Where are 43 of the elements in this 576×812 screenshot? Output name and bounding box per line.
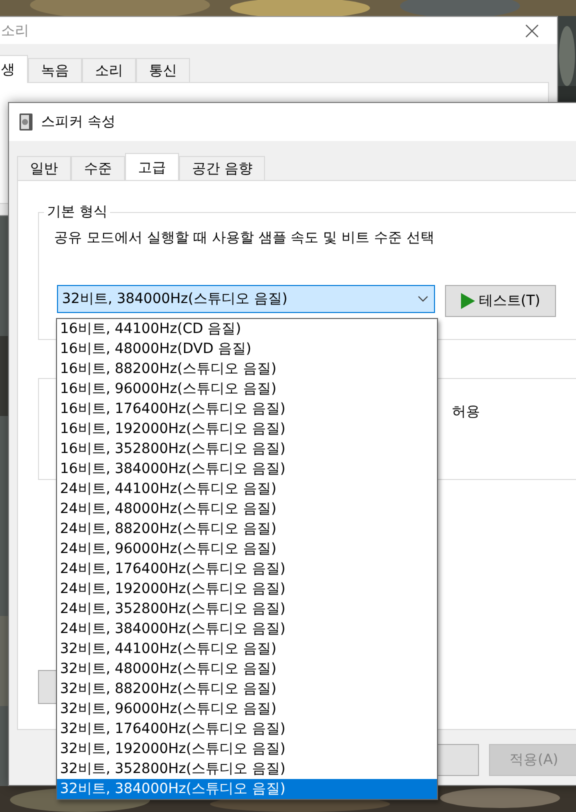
list-option[interactable]: 16비트, 44100Hz(CD 음질) [57,319,437,339]
tab[interactable]: 수준 [71,156,125,180]
option-text: 허용 [452,403,480,421]
list-option[interactable]: 16비트, 88200Hz(스튜디오 음질) [57,359,437,379]
list-option[interactable]: 24비트, 88200Hz(스튜디오 음질) [57,519,437,539]
tab[interactable]: 고급 [125,153,179,181]
list-option[interactable]: 24비트, 192000Hz(스튜디오 음질) [57,579,437,599]
list-option[interactable]: 32비트, 48000Hz(스튜디오 음질) [57,659,437,679]
list-option[interactable]: 32비트, 44100Hz(스튜디오 음질) [57,639,437,659]
list-option[interactable]: 16비트, 176400Hz(스튜디오 음질) [57,399,437,419]
list-option[interactable]: 24비트, 96000Hz(스튜디오 음질) [57,539,437,559]
list-option[interactable]: 32비트, 384000Hz(스튜디오 음질) [57,779,437,799]
list-option[interactable]: 32비트, 192000Hz(스튜디오 음질) [57,739,437,759]
chevron-icon [418,296,428,302]
format-dropdown[interactable]: 32비트, 384000Hz(스튜디오 음질) [57,285,435,313]
tab[interactable]: 생 [0,55,28,83]
list-option[interactable]: 24비트, 44100Hz(스튜디오 음질) [57,479,437,499]
list-option[interactable]: 24비트, 48000Hz(스튜디오 음질) [57,499,437,519]
list-option[interactable]: 16비트, 48000Hz(DVD 음질) [57,339,437,359]
description-text: 공유 모드에서 실행할 때 사용할 샘플 속도 및 비트 수준 선택 [54,229,435,247]
tab[interactable]: 공간 음향 [179,156,266,180]
test-button[interactable]: 테스트(T) [445,285,556,317]
list-option[interactable]: 32비트, 96000Hz(스튜디오 음질) [57,699,437,719]
tab[interactable]: 통신 [136,58,190,82]
list-option[interactable]: 24비트, 176400Hz(스튜디오 음질) [57,559,437,579]
list-option[interactable]: 32비트, 88200Hz(스튜디오 음질) [57,679,437,699]
tab[interactable]: 소리 [82,58,136,82]
list-option[interactable]: 16비트, 352800Hz(스튜디오 음질) [57,439,437,459]
group-label: 기본 형식 [46,203,108,221]
window-title: 스피커 속성 [41,113,116,131]
window-title: 소리 [1,22,29,40]
list-option[interactable]: 16비트, 96000Hz(스튜디오 음질) [57,379,437,399]
list-option[interactable]: 24비트, 384000Hz(스튜디오 음질) [57,619,437,639]
list-option[interactable]: 32비트, 352800Hz(스튜디오 음질) [57,759,437,779]
speaker-icon [19,113,33,131]
list-option[interactable]: 24비트, 352800Hz(스튜디오 음질) [57,599,437,619]
list-option[interactable]: 16비트, 384000Hz(스튜디오 음질) [57,459,437,479]
tab[interactable]: 일반 [17,156,71,180]
play-icon [460,293,475,309]
close-icon[interactable] [525,24,539,38]
tab[interactable]: 녹음 [28,58,82,82]
list-option[interactable]: 32비트, 176400Hz(스튜디오 음질) [57,719,437,739]
list-option[interactable]: 16비트, 192000Hz(스튜디오 음질) [57,419,437,439]
